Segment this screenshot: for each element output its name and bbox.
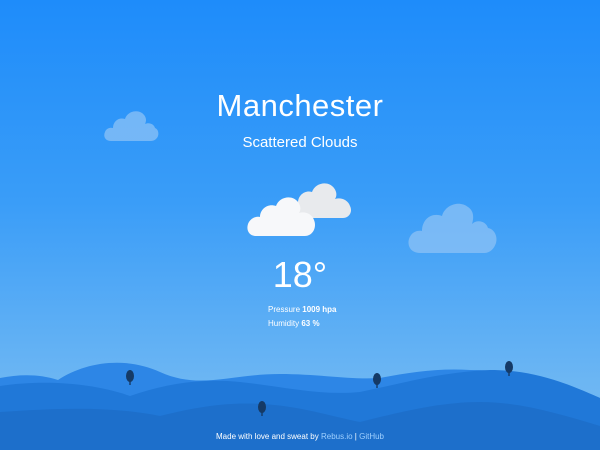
humidity-label: Humidity xyxy=(268,319,300,328)
rebus-link[interactable]: Rebus.io xyxy=(321,432,353,441)
background-cloud-icon xyxy=(408,203,497,253)
pressure-label: Pressure xyxy=(268,305,301,314)
pressure-row: Pressure 1009 hpa xyxy=(268,305,337,315)
humidity-row: Humidity 63 % xyxy=(268,319,320,329)
github-link[interactable]: GitHub xyxy=(359,432,384,441)
pressure-value: 1009 hpa xyxy=(302,305,337,314)
temperature-value: 18° xyxy=(272,254,328,295)
scattered-clouds-icon xyxy=(247,183,352,236)
footer: Made with love and sweat by Rebus.io | G… xyxy=(0,432,600,441)
footer-text: Made with love and sweat by xyxy=(216,432,319,441)
city-name: Manchester xyxy=(216,88,384,123)
humidity-value: 63 % xyxy=(301,319,320,328)
weather-condition: Scattered Clouds xyxy=(242,134,358,151)
footer-separator: | xyxy=(354,432,357,441)
front-hill xyxy=(0,402,600,450)
